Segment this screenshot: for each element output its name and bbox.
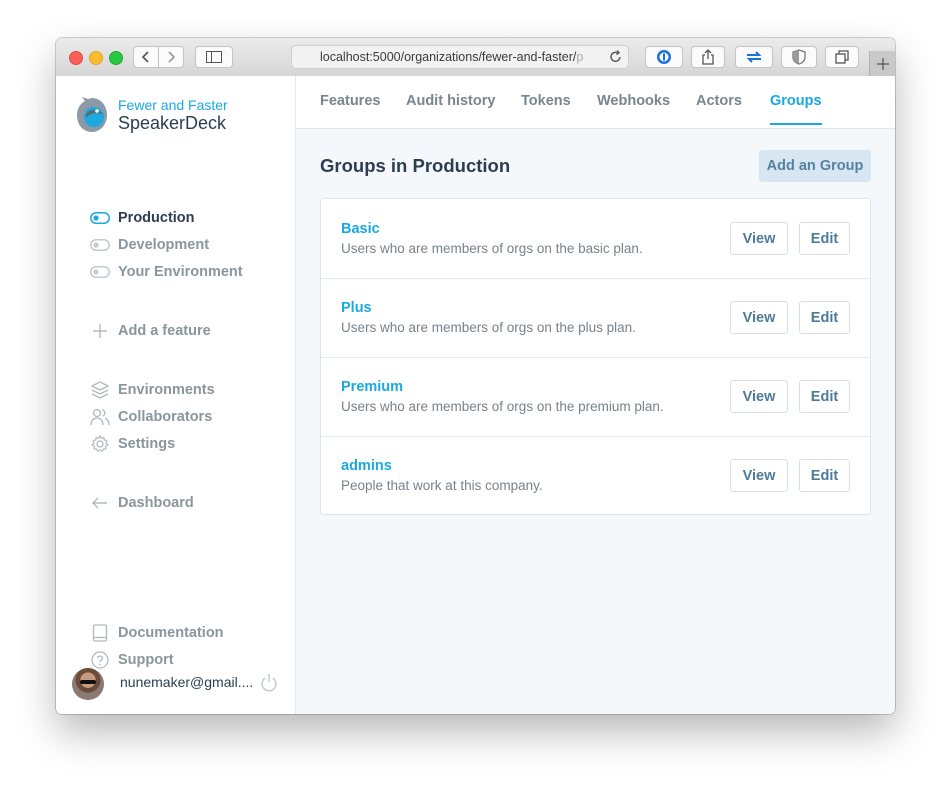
dashboard-label: Dashboard [118, 495, 194, 511]
toggle-on-icon [90, 208, 110, 228]
chevron-right-icon [168, 51, 176, 63]
gear-icon [90, 434, 110, 454]
new-tab-button[interactable] [869, 51, 895, 76]
group-name-link[interactable]: Plus [341, 300, 372, 316]
address-bar[interactable]: localhost:5000/organizations/fewer-and-f… [291, 45, 629, 69]
zoom-window-button[interactable] [109, 51, 123, 65]
env-your-environment-label: Your Environment [118, 264, 243, 280]
tab-overview-button[interactable] [825, 46, 859, 68]
view-button[interactable]: View [730, 380, 788, 413]
add-group-button[interactable]: Add an Group [759, 150, 871, 182]
env-production-label: Production [118, 210, 195, 226]
plus-icon [876, 57, 889, 70]
sidebar-toggle-button[interactable] [195, 46, 233, 68]
layers-icon [90, 380, 110, 400]
browser-window: localhost:5000/organizations/fewer-and-f… [56, 38, 895, 714]
list-item: admins People that work at this company.… [321, 436, 870, 515]
group-description: Users who are members of orgs on the bas… [341, 241, 643, 256]
view-button[interactable]: View [730, 222, 788, 255]
sidebar-item-collaborators[interactable]: Collaborators [90, 406, 212, 428]
main-content: Features Audit history Tokens Webhooks A… [296, 76, 895, 714]
group-name-link[interactable]: Basic [341, 221, 380, 237]
dashboard-link[interactable]: Dashboard [90, 492, 194, 514]
sync-extension-button[interactable] [735, 46, 773, 68]
sidebar: Fewer and Faster SpeakerDeck Production … [56, 76, 296, 714]
sidebar-item-environments[interactable]: Environments [90, 379, 215, 401]
power-icon[interactable] [259, 673, 279, 693]
view-button[interactable]: View [730, 301, 788, 334]
documentation-link[interactable]: Documentation [90, 622, 224, 644]
shield-icon [792, 49, 806, 65]
sidebar-item-label: Environments [118, 382, 215, 398]
group-name-link[interactable]: Premium [341, 379, 403, 395]
edit-button[interactable]: Edit [799, 459, 850, 492]
privacy-shield-button[interactable] [781, 46, 817, 68]
list-item: Plus Users who are members of orgs on th… [321, 278, 870, 358]
view-button[interactable]: View [730, 459, 788, 492]
book-icon [90, 623, 110, 643]
plus-icon [90, 321, 110, 341]
edit-button[interactable]: Edit [799, 380, 850, 413]
share-button[interactable] [691, 46, 725, 68]
tabs-icon [835, 50, 849, 64]
tab-tokens[interactable]: Tokens [521, 93, 571, 123]
minimize-window-button[interactable] [89, 51, 103, 65]
page-title: Groups in Production [320, 155, 511, 176]
reload-icon[interactable] [608, 49, 624, 65]
tab-webhooks[interactable]: Webhooks [597, 93, 670, 123]
logo-icon[interactable] [74, 96, 110, 134]
env-your-environment[interactable]: Your Environment [90, 261, 243, 283]
back-button[interactable] [133, 46, 159, 68]
group-description: Users who are members of orgs on the pre… [341, 399, 664, 414]
tab-bar: Features Audit history Tokens Webhooks A… [296, 76, 895, 129]
sidebar-item-label: Settings [118, 436, 176, 452]
group-description: Users who are members of orgs on the plu… [341, 320, 636, 335]
toggle-off-icon [90, 262, 110, 282]
url-overflow-text: p [576, 50, 584, 64]
close-window-button[interactable] [69, 51, 83, 65]
chevron-left-icon [141, 51, 149, 63]
browser-toolbar: localhost:5000/organizations/fewer-and-f… [56, 38, 895, 77]
list-item: Premium Users who are members of orgs on… [321, 357, 870, 437]
app-name[interactable]: SpeakerDeck [118, 113, 226, 134]
tab-groups[interactable]: Groups [770, 93, 822, 125]
edit-button[interactable]: Edit [799, 222, 850, 255]
url-text: localhost:5000/organizations/fewer-and-f… [320, 50, 577, 64]
arrows-swap-icon [746, 51, 762, 63]
support-label: Support [118, 652, 174, 668]
tab-audit-history[interactable]: Audit history [406, 93, 495, 123]
tab-actors[interactable]: Actors [696, 93, 742, 123]
documentation-label: Documentation [118, 625, 224, 641]
user-email[interactable]: nunemaker@gmail.... [120, 674, 253, 690]
sidebar-item-settings[interactable]: Settings [90, 433, 175, 455]
help-icon [90, 650, 110, 670]
add-feature-link[interactable]: Add a feature [90, 320, 211, 342]
sidebar-item-label: Collaborators [118, 409, 213, 425]
edit-button[interactable]: Edit [799, 301, 850, 334]
toggle-off-icon [90, 235, 110, 255]
tab-features[interactable]: Features [320, 93, 380, 123]
share-icon [702, 49, 714, 65]
group-description: People that work at this company. [341, 478, 543, 493]
support-link[interactable]: Support [90, 649, 174, 671]
group-name-link[interactable]: admins [341, 458, 392, 474]
env-development-label: Development [118, 237, 210, 253]
arrow-left-icon [90, 493, 110, 513]
avatar[interactable] [72, 668, 104, 700]
groups-list: Basic Users who are members of orgs on t… [320, 198, 871, 515]
env-development[interactable]: Development [90, 234, 209, 256]
sidebar-icon [206, 51, 222, 63]
password-manager-icon [657, 50, 671, 64]
add-feature-label: Add a feature [118, 323, 211, 339]
org-name[interactable]: Fewer and Faster [118, 97, 228, 113]
password-manager-button[interactable] [645, 46, 683, 68]
forward-button[interactable] [158, 46, 184, 68]
users-icon [90, 407, 110, 427]
list-item: Basic Users who are members of orgs on t… [321, 199, 870, 279]
env-production[interactable]: Production [90, 207, 195, 229]
